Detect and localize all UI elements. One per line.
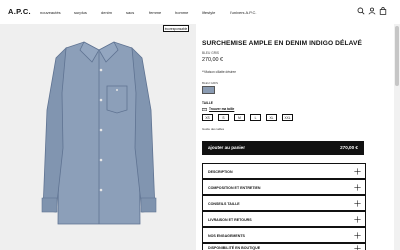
accordion-label: LIVRAISON ET RETOURS	[208, 217, 252, 222]
nav-item-sacs[interactable]: sacs	[126, 10, 134, 15]
size-guide-link[interactable]: Guide des tailles	[202, 127, 224, 131]
add-to-cart-button[interactable]: ajouter au panier 270,00 €	[202, 141, 364, 155]
site-header: A.P.C. nouveautés surplus denim sacs fem…	[0, 0, 400, 24]
accordion-store-availability[interactable]: DISPONIBILITÉ EN BOUTIQUE	[202, 243, 366, 250]
brand-logo[interactable]: A.P.C.	[8, 7, 31, 16]
color-label: BLEU GRIS	[202, 81, 219, 85]
plus-icon	[354, 200, 361, 207]
size-option-s[interactable]: S	[218, 114, 229, 121]
size-label: TAILLE	[202, 101, 213, 105]
product-price: 270,00 €	[202, 57, 223, 63]
accordion-label: COMPOSITION ET ENTRETIEN	[208, 185, 261, 190]
color-swatch[interactable]	[202, 86, 215, 94]
product-image-shirt[interactable]	[38, 38, 160, 230]
scrollbar-thumb[interactable]	[395, 26, 399, 86]
accordion-description[interactable]: DESCRIPTION	[202, 163, 366, 179]
nav-item-femme[interactable]: femme	[149, 10, 161, 15]
accordion-label: DESCRIPTION	[208, 169, 233, 174]
size-option-l[interactable]: L	[250, 114, 261, 121]
eco-badge: écoresponsable	[163, 25, 189, 32]
plus-icon	[354, 232, 361, 239]
accordion-label: DISPONIBILITÉ EN BOUTIQUE	[208, 246, 261, 250]
nav-item-nouveautes[interactable]: nouveautés	[40, 10, 61, 15]
nav-item-homme[interactable]: homme	[175, 10, 188, 15]
size-option-xxl[interactable]: XXL	[282, 114, 293, 121]
product-color-name: BLEU GRIS	[202, 51, 220, 55]
bag-icon[interactable]	[379, 7, 387, 15]
find-my-size-label: Trouver ma taille	[209, 107, 235, 111]
user-icon[interactable]	[368, 7, 376, 15]
accordion-label: NOS ENGAGEMENTS	[208, 233, 245, 238]
nav-item-denim[interactable]: denim	[101, 10, 112, 15]
add-to-cart-price: 270,00 €	[340, 145, 358, 150]
plus-icon	[354, 184, 361, 191]
accordion-commitments[interactable]: NOS ENGAGEMENTS	[202, 227, 366, 243]
ruler-icon	[202, 108, 207, 111]
product-info: SURCHEMISE AMPLE EN DENIM INDIGO DÉLAVÉ …	[202, 24, 368, 250]
nav-item-lifestyle[interactable]: lifestyle	[202, 10, 215, 15]
nav-item-univers[interactable]: l'univers A.P.C.	[230, 10, 256, 15]
add-to-cart-label: ajouter au panier	[208, 145, 246, 150]
size-option-xs[interactable]: XS	[202, 114, 213, 121]
accordion-composition[interactable]: COMPOSITION ET ENTRETIEN	[202, 179, 366, 195]
nav-item-surplus[interactable]: surplus	[74, 10, 87, 15]
size-option-m[interactable]: M	[234, 114, 245, 121]
product-title: SURCHEMISE AMPLE EN DENIM INDIGO DÉLAVÉ	[202, 40, 362, 47]
search-icon[interactable]	[357, 7, 365, 15]
accordion-size-advice[interactable]: CONSEILS TAILLE	[202, 195, 366, 211]
plus-icon	[354, 168, 361, 175]
accordion-delivery[interactable]: LIVRAISON ET RETOURS	[202, 211, 366, 227]
find-my-size-link[interactable]: Trouver ma taille	[202, 107, 234, 112]
plus-icon	[354, 216, 361, 223]
accordion-label: CONSEILS TAILLE	[208, 201, 240, 206]
page-scrollbar[interactable]	[394, 24, 400, 250]
plus-icon	[354, 245, 361, 250]
product-note: **Maison cillatte désiree	[202, 70, 237, 74]
size-option-xl[interactable]: XL	[266, 114, 277, 121]
